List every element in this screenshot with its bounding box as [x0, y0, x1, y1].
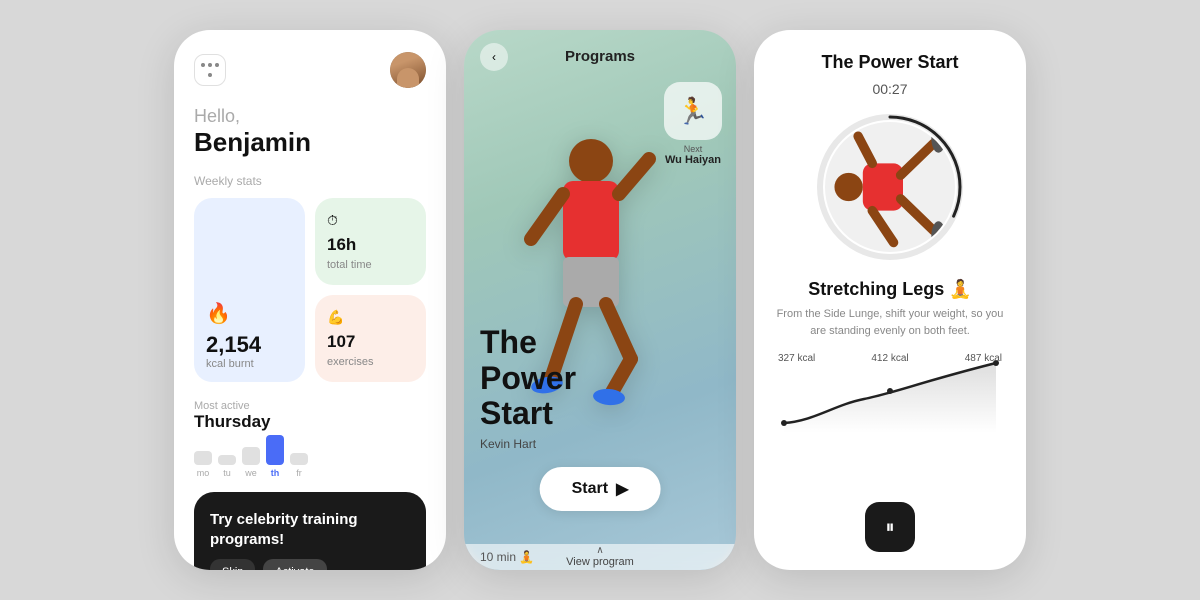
promo-buttons: Skip Activate — [210, 559, 410, 570]
chevron-up-icon: ∧ — [464, 545, 736, 556]
stats-grid: 🔥 2,154 kcal burnt ⏱ 16h total time 💪 10… — [194, 198, 426, 382]
avatar[interactable] — [390, 52, 426, 88]
trainer-name: Kevin Hart — [480, 437, 576, 451]
next-exercise-thumb: 🏃 — [664, 82, 722, 140]
fire-icon: 🔥 — [206, 301, 293, 326]
back-button[interactable]: ‹ — [480, 43, 508, 71]
active-section: Most active Thursday mo tu we th fr — [194, 400, 426, 478]
most-active-day: Thursday — [194, 412, 426, 432]
calorie-graph — [774, 353, 1006, 433]
promo-skip-button[interactable]: Skip — [210, 559, 255, 570]
program-name: ThePowerStart — [480, 325, 576, 431]
circle-timer — [810, 107, 970, 267]
promo-activate-button[interactable]: Activate — [263, 559, 326, 570]
next-exercise: 🏃 Next Wu Haiyan — [664, 82, 722, 166]
calorie-labels: 327 kcal 412 kcal 487 kcal — [774, 353, 1006, 364]
bar-fr: fr — [290, 453, 308, 478]
play-icon: ▶ — [616, 479, 628, 499]
pause-button[interactable]: ⏸ — [865, 502, 915, 552]
view-program-area: ∧ View program — [464, 541, 736, 570]
weekly-stats-label: Weekly stats — [194, 174, 426, 188]
timer-display: 00:27 — [774, 81, 1006, 97]
cal-label-3: 487 kcal — [965, 353, 1002, 364]
greeting-name: Benjamin — [194, 127, 426, 158]
programs-title: Programs — [565, 48, 635, 65]
kcal-value: 2,154 — [206, 332, 293, 358]
exercise-athlete-image — [825, 122, 955, 252]
card-programs: ‹ Programs 🏃 Next Wu Haiyan — [464, 30, 736, 570]
greeting-hello: Hello, — [194, 106, 426, 127]
start-button-wrap: Start ▶ — [540, 467, 661, 511]
cal-label-1: 327 kcal — [778, 353, 815, 364]
bar-tu: tu — [218, 455, 236, 478]
exercises-value: 107 — [327, 332, 414, 352]
exercise-screen-title: The Power Start — [774, 52, 1006, 73]
exercise-name: Stretching Legs 🧘 — [774, 279, 1006, 300]
bar-mo: mo — [194, 451, 212, 478]
time-stat: ⏱ 16h total time — [315, 198, 426, 285]
next-label: Next — [664, 144, 722, 154]
time-icon: ⏱ — [327, 212, 414, 229]
exercise-description: From the Side Lunge, shift your weight, … — [774, 306, 1006, 339]
promo-text: Try celebrity training programs! — [210, 510, 410, 549]
muscle-icon: 💪 — [327, 309, 414, 326]
program-info: ThePowerStart Kevin Hart — [480, 325, 576, 451]
bar-we: we — [242, 447, 260, 478]
kcal-label: kcal burnt — [206, 358, 293, 370]
exercises-stat: 💪 107 exercises — [315, 295, 426, 382]
menu-icon[interactable] — [194, 54, 226, 86]
home-header — [194, 52, 426, 88]
programs-header: ‹ Programs — [464, 30, 736, 73]
time-label: total time — [327, 259, 372, 271]
calorie-chart: 327 kcal 412 kcal 487 kcal — [774, 353, 1006, 488]
promo-box: Try celebrity training programs! Skip Ac… — [194, 492, 426, 570]
exercises-label: exercises — [327, 356, 373, 368]
activity-bar-chart: mo tu we th fr — [194, 440, 426, 478]
view-program-label[interactable]: View program — [464, 556, 736, 568]
most-active-label: Most active — [194, 400, 426, 412]
start-button[interactable]: Start ▶ — [540, 467, 661, 511]
card-exercise: The Power Start 00:27 Stretching Legs 🧘 … — [754, 30, 1026, 570]
card-home: Hello, Benjamin Weekly stats 🔥 2,154 kca… — [174, 30, 446, 570]
kcal-stat: 🔥 2,154 kcal burnt — [194, 198, 305, 382]
start-label: Start — [572, 480, 608, 498]
cal-label-2: 412 kcal — [871, 353, 908, 364]
next-exercise-name: Wu Haiyan — [664, 154, 722, 166]
bar-th: th — [266, 435, 284, 478]
time-value: 16h — [327, 235, 414, 255]
